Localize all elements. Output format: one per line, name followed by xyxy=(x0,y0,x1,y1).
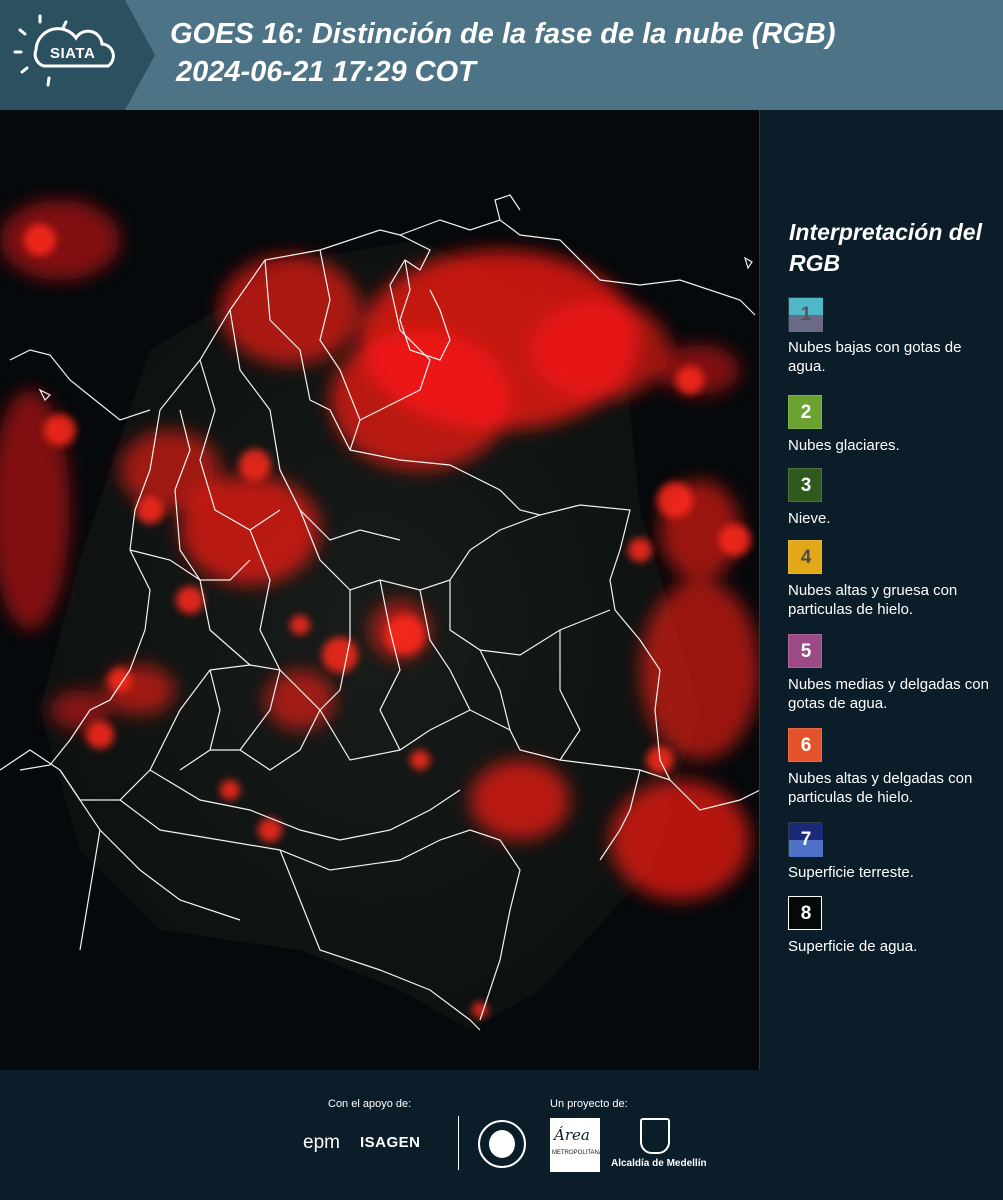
legend-number: 7 xyxy=(800,829,812,850)
legend-label: Nieve. xyxy=(788,510,831,527)
epm-logo: epm xyxy=(303,1132,340,1153)
legend-panel: Interpretación del RGB 1 Nubes bajas con… xyxy=(760,110,1003,1070)
legend-label: Nubes bajas con gotas de agua. xyxy=(788,339,962,375)
legend-item-1: 1 Nubes bajas con gotas de agua. xyxy=(788,297,998,376)
legend-swatch-6: 6 xyxy=(788,728,822,762)
legend-number: 1 xyxy=(800,304,812,325)
legend-number: 6 xyxy=(800,735,812,756)
siata-logo: SIATA xyxy=(0,0,160,110)
legend-swatch-2: 2 xyxy=(788,395,822,429)
legend-item-4: 4 Nubes altas y gruesa con particulas de… xyxy=(788,540,998,619)
page-timestamp: 2024-06-21 17:29 COT xyxy=(176,56,476,88)
antioquia-seal-icon xyxy=(478,1120,526,1168)
legend-number: 8 xyxy=(800,903,812,924)
legend-swatch-5: 5 xyxy=(788,634,822,668)
satellite-map xyxy=(0,110,760,1070)
seal-emblem xyxy=(489,1130,515,1158)
footer-divider xyxy=(458,1116,459,1170)
legend-item-5: 5 Nubes medias y delgadas con gotas de a… xyxy=(788,634,998,713)
header-bar: SIATA GOES 16: Distinción de la fase de … xyxy=(0,0,1003,110)
logo-text: SIATA xyxy=(50,45,96,62)
medellin-shield-icon xyxy=(640,1118,670,1154)
support-label: Con el apoyo de: xyxy=(328,1098,412,1110)
page-title: GOES 16: Distinción de la fase de la nub… xyxy=(170,18,836,50)
legend-number: 3 xyxy=(800,475,812,496)
legend-title: Interpretación del RGB xyxy=(789,219,982,276)
project-label: Un proyecto de: xyxy=(550,1098,628,1110)
rgb-satellite-image xyxy=(0,110,759,1070)
medellin-label: Alcaldía de Medellín xyxy=(611,1158,707,1169)
legend-number: 2 xyxy=(800,402,812,423)
legend-label: Nubes altas y gruesa con particulas de h… xyxy=(788,582,958,618)
isagen-logo: ISAGEN xyxy=(360,1134,421,1151)
legend-label: Superficie de agua. xyxy=(788,938,918,955)
legend-swatch-3: 3 xyxy=(788,468,822,502)
legend-label: Nubes altas y delgadas con particulas de… xyxy=(788,770,973,806)
legend-swatch-8: 8 xyxy=(788,896,822,930)
legend-swatch-4: 4 xyxy=(788,540,822,574)
area-logo-text: Área xyxy=(554,1126,590,1144)
legend-number: 5 xyxy=(800,641,812,662)
legend-item-3: 3 Nieve. xyxy=(788,468,998,528)
area-logo-subtext: METROPOLITANA xyxy=(552,1150,603,1156)
legend-swatch-1: 1 xyxy=(788,297,823,332)
legend-label: Superficie terreste. xyxy=(788,864,914,881)
legend-item-8: 8 Superficie de agua. xyxy=(788,896,998,956)
legend-label: Nubes glaciares. xyxy=(788,437,900,454)
legend-swatch-7: 7 xyxy=(788,822,823,857)
legend-item-7: 7 Superficie terreste. xyxy=(788,822,998,882)
legend-label: Nubes medias y delgadas con gotas de agu… xyxy=(788,676,989,712)
legend-number: 4 xyxy=(800,547,812,568)
legend-item-2: 2 Nubes glaciares. xyxy=(788,395,998,455)
area-metropolitana-logo: Área METROPOLITANA xyxy=(550,1118,603,1172)
legend-item-6: 6 Nubes altas y delgadas con particulas … xyxy=(788,728,998,807)
footer: Con el apoyo de: Un proyecto de: epm ISA… xyxy=(0,1070,1003,1200)
